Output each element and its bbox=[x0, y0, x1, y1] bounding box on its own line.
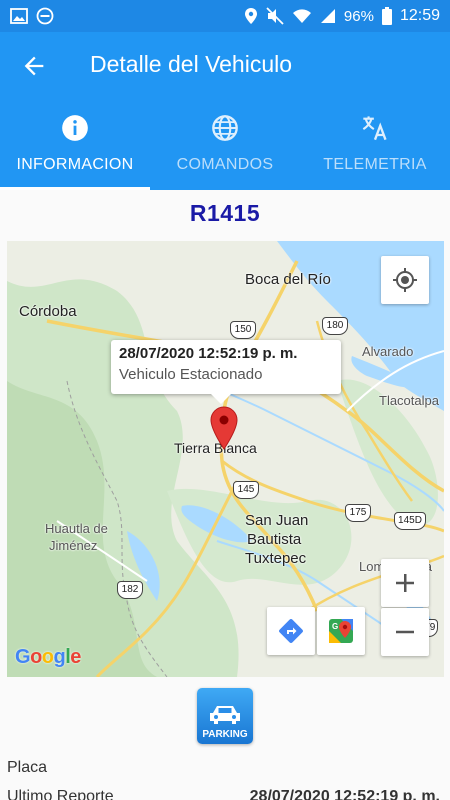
wifi-icon bbox=[292, 9, 311, 23]
globe-icon bbox=[212, 115, 238, 141]
dnd-icon bbox=[36, 7, 54, 25]
route-shield: 175 bbox=[345, 504, 371, 522]
clock: 12:59 bbox=[399, 7, 440, 24]
mute-icon bbox=[266, 7, 284, 25]
info-icon bbox=[62, 115, 88, 141]
detail-label-ultimo-reporte: Ultimo Reporte bbox=[7, 788, 114, 800]
location-icon bbox=[244, 8, 257, 24]
tab-informacion[interactable]: INFORMACION bbox=[0, 110, 150, 190]
google-logo: Google bbox=[15, 646, 81, 668]
tab-telemetria[interactable]: TELEMETRIA bbox=[300, 110, 450, 190]
directions-icon bbox=[279, 619, 303, 643]
tab-label: TELEMETRIA bbox=[323, 156, 427, 173]
place-label: Jiménez bbox=[49, 538, 98, 553]
place-label: Huautla de bbox=[45, 521, 108, 536]
info-date: 28/07/2020 12:52:19 p. m. bbox=[119, 345, 298, 362]
map-view[interactable]: Boca del Río Córdoba Alvarado Tlacotalpa… bbox=[7, 241, 444, 677]
plus-icon bbox=[396, 574, 414, 592]
route-shield: 150 bbox=[230, 321, 256, 339]
page-title: Detalle del Vehiculo bbox=[90, 51, 293, 77]
info-status: Vehiculo Estacionado bbox=[119, 366, 263, 383]
battery-percent: 96% bbox=[343, 7, 374, 25]
place-label: San Juan bbox=[245, 512, 309, 529]
open-google-maps-button[interactable]: G bbox=[317, 607, 365, 655]
back-arrow-icon[interactable] bbox=[20, 52, 48, 80]
place-label: Tuxtepec bbox=[245, 550, 307, 567]
svg-text:G: G bbox=[332, 622, 338, 631]
app-bar: Detalle del Vehiculo INFORMACION COMANDO… bbox=[0, 32, 450, 190]
directions-button[interactable] bbox=[267, 607, 315, 655]
route-shield: 145D bbox=[394, 512, 426, 530]
translate-icon bbox=[362, 116, 387, 141]
tab-comandos[interactable]: COMANDOS bbox=[150, 110, 300, 190]
place-label: Alvarado bbox=[362, 344, 414, 359]
detail-label-placa: Placa bbox=[7, 759, 48, 776]
tab-bar: INFORMACION COMANDOS TELEMETRIA bbox=[0, 110, 450, 190]
google-maps-icon: G bbox=[329, 619, 353, 643]
car-icon bbox=[210, 706, 240, 724]
route-shield: 180 bbox=[322, 317, 348, 335]
parking-label: PARKING bbox=[202, 729, 248, 740]
zoom-out-button[interactable] bbox=[381, 608, 429, 656]
my-location-button[interactable] bbox=[381, 256, 429, 304]
place-label: Bautista bbox=[247, 531, 302, 548]
battery-icon bbox=[381, 7, 392, 25]
status-bar: 96% 12:59 bbox=[0, 0, 450, 32]
vehicle-marker-pin-icon[interactable] bbox=[210, 406, 238, 450]
route-shield: 145 bbox=[233, 481, 259, 499]
place-label: Boca del Río bbox=[245, 271, 331, 288]
place-label: Córdoba bbox=[19, 303, 77, 320]
signal-icon bbox=[320, 9, 335, 23]
zoom-in-button[interactable] bbox=[381, 559, 429, 607]
place-label: Tlacotalpa bbox=[379, 393, 439, 408]
parking-status-badge: PARKING bbox=[197, 688, 253, 744]
marker-info-window[interactable]: 28/07/2020 12:52:19 p. m. Vehiculo Estac… bbox=[111, 340, 341, 404]
minus-icon bbox=[396, 630, 414, 634]
detail-value-ultimo-reporte: 28/07/2020 12:52:19 p. m. bbox=[249, 788, 440, 800]
vehicle-id: R1415 bbox=[189, 200, 261, 226]
crosshair-icon bbox=[393, 268, 417, 292]
tab-label: COMANDOS bbox=[176, 156, 274, 173]
tab-label: INFORMACION bbox=[16, 156, 134, 173]
route-shield: 182 bbox=[117, 581, 143, 599]
image-icon bbox=[10, 8, 28, 24]
